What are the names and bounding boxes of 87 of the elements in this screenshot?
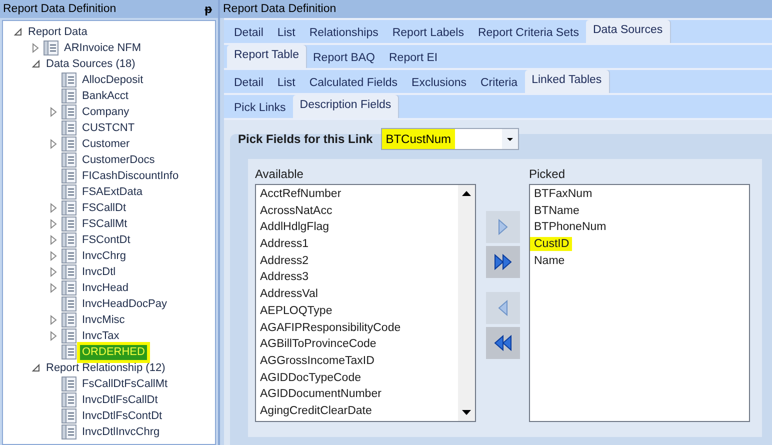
tree-item[interactable]: InvcHead [80, 280, 130, 296]
tree-item[interactable]: FSCallDt [80, 200, 128, 216]
expand-arrow-icon[interactable] [49, 283, 59, 293]
double-triangle-arrow-icon [492, 333, 512, 353]
tab[interactable]: Description Fields [292, 95, 398, 118]
tree-item[interactable]: InvcTax [80, 328, 122, 344]
move-all-right-button[interactable] [486, 246, 520, 278]
list-item[interactable]: AGAFIPResponsibilityCode [260, 320, 454, 336]
tab[interactable]: Detail [227, 73, 270, 93]
panel-title: Report Data Definition [223, 3, 336, 15]
tree-item[interactable]: InvcDtlFsContDt [80, 408, 164, 424]
tree-item[interactable]: Report Relationship (12) [44, 360, 168, 376]
tree-item[interactable]: FSCallMt [80, 216, 130, 232]
tree-item[interactable]: Report Data [26, 24, 90, 40]
list-item[interactable]: CustID [534, 237, 572, 252]
list-item[interactable]: Name [534, 254, 568, 268]
list-label: Picked [529, 167, 566, 183]
tab[interactable]: Report Criteria Sets [470, 23, 586, 43]
move-all-left-button[interactable] [486, 327, 520, 359]
tree-item[interactable]: Data Sources (18) [44, 56, 138, 72]
tree-item[interactable]: InvcChrg [80, 248, 128, 264]
tree-item[interactable]: AllocDeposit [80, 72, 146, 88]
list-item[interactable]: AddlHdlgFlag [260, 219, 454, 236]
tree-item[interactable]: Customer [80, 136, 132, 152]
link-dropdown[interactable]: BTCustNum [380, 128, 519, 150]
tab[interactable]: Report Labels [385, 23, 471, 43]
tree-item[interactable]: InvcDtlFsCallDt [80, 392, 160, 408]
expand-arrow-icon[interactable] [49, 107, 59, 117]
tree-item[interactable]: InvcMisc [80, 312, 127, 328]
list-item[interactable]: BTPhoneNum [534, 220, 610, 234]
expand-arrow-icon[interactable] [49, 315, 59, 325]
list-item[interactable]: AddressVal [260, 286, 454, 303]
list-item[interactable]: AgingCreditClearDate [260, 402, 454, 420]
tree-item[interactable]: FsCallDtFsCallMt [80, 376, 170, 392]
tree-item[interactable]: CUSTCNT [80, 120, 137, 136]
list-item[interactable]: AGIDDocumentNumber [260, 386, 454, 403]
tree-item[interactable]: BankAcct [80, 88, 130, 104]
expand-arrow-icon[interactable] [49, 235, 59, 245]
tab[interactable]: Report EI [382, 48, 445, 68]
tree-item[interactable]: CustomerDocs [80, 152, 157, 168]
expand-arrow-icon[interactable] [49, 139, 59, 149]
list-item[interactable]: AGBillToProvinceCode [260, 336, 454, 353]
tree-item[interactable]: FSAExtData [80, 184, 145, 200]
scrollbar[interactable] [458, 185, 475, 421]
list-item[interactable]: BTName [534, 204, 582, 218]
panel-title: Report Data Definition [3, 3, 116, 15]
list-item[interactable]: AGGrossIncomeTaxID [260, 352, 454, 370]
tab[interactable]: List [270, 73, 302, 93]
tab[interactable]: Calculated Fields [302, 73, 405, 93]
expand-arrow-icon[interactable] [49, 219, 59, 229]
expand-arrow-icon[interactable] [49, 267, 59, 277]
tab[interactable]: Report BAQ [306, 48, 382, 68]
tab[interactable]: Detail [227, 23, 270, 43]
list-item[interactable]: AEPLOQType [260, 302, 454, 320]
tab[interactable]: Relationships [302, 23, 386, 43]
collapse-arrow-icon[interactable] [31, 59, 41, 69]
tab[interactable]: Exclusions [404, 73, 474, 93]
collapse-arrow-icon[interactable] [13, 27, 23, 37]
tab[interactable]: Data Sources [586, 20, 670, 43]
double-triangle-arrow-icon [492, 252, 512, 272]
tree-item[interactable]: FICashDiscountInfo [80, 168, 181, 184]
tree-item[interactable]: ARInvoice NFM [62, 40, 144, 56]
expand-arrow-icon[interactable] [31, 43, 41, 53]
tab[interactable]: Criteria [474, 73, 525, 93]
tree-item[interactable]: Company [80, 104, 132, 120]
list-item[interactable]: AcctRefNumber [260, 186, 454, 203]
collapse-arrow-icon[interactable] [31, 363, 41, 373]
list-item[interactable]: AcrossNatAcc [260, 202, 454, 220]
field-label: Pick Fields for this Link [238, 132, 373, 146]
pin-icon[interactable]: ᵽ [204, 2, 212, 16]
list-item[interactable]: Address3 [260, 269, 454, 286]
tree-item[interactable]: InvcDtlInvcChrg [80, 424, 162, 440]
tab[interactable]: Linked Tables [524, 70, 609, 93]
tree-item[interactable]: InvcHeadDocPay [80, 296, 169, 312]
expand-arrow-icon[interactable] [49, 203, 59, 213]
list-label: Available [255, 167, 304, 183]
list-item[interactable]: BTFaxNum [534, 187, 596, 201]
list-item[interactable]: Address1 [260, 236, 454, 253]
tab[interactable]: Report Table [227, 45, 306, 68]
expand-arrow-icon[interactable] [49, 331, 59, 341]
tab[interactable]: Pick Links [227, 98, 293, 118]
expand-arrow-icon[interactable] [49, 251, 59, 261]
tab[interactable]: List [270, 23, 302, 43]
list-item[interactable]: AGIDDocTypeCode [260, 370, 454, 386]
list-item[interactable]: Address2 [260, 252, 454, 270]
tree-item[interactable]: FSContDt [80, 232, 132, 248]
tree-item[interactable]: InvcDtl [80, 264, 118, 280]
